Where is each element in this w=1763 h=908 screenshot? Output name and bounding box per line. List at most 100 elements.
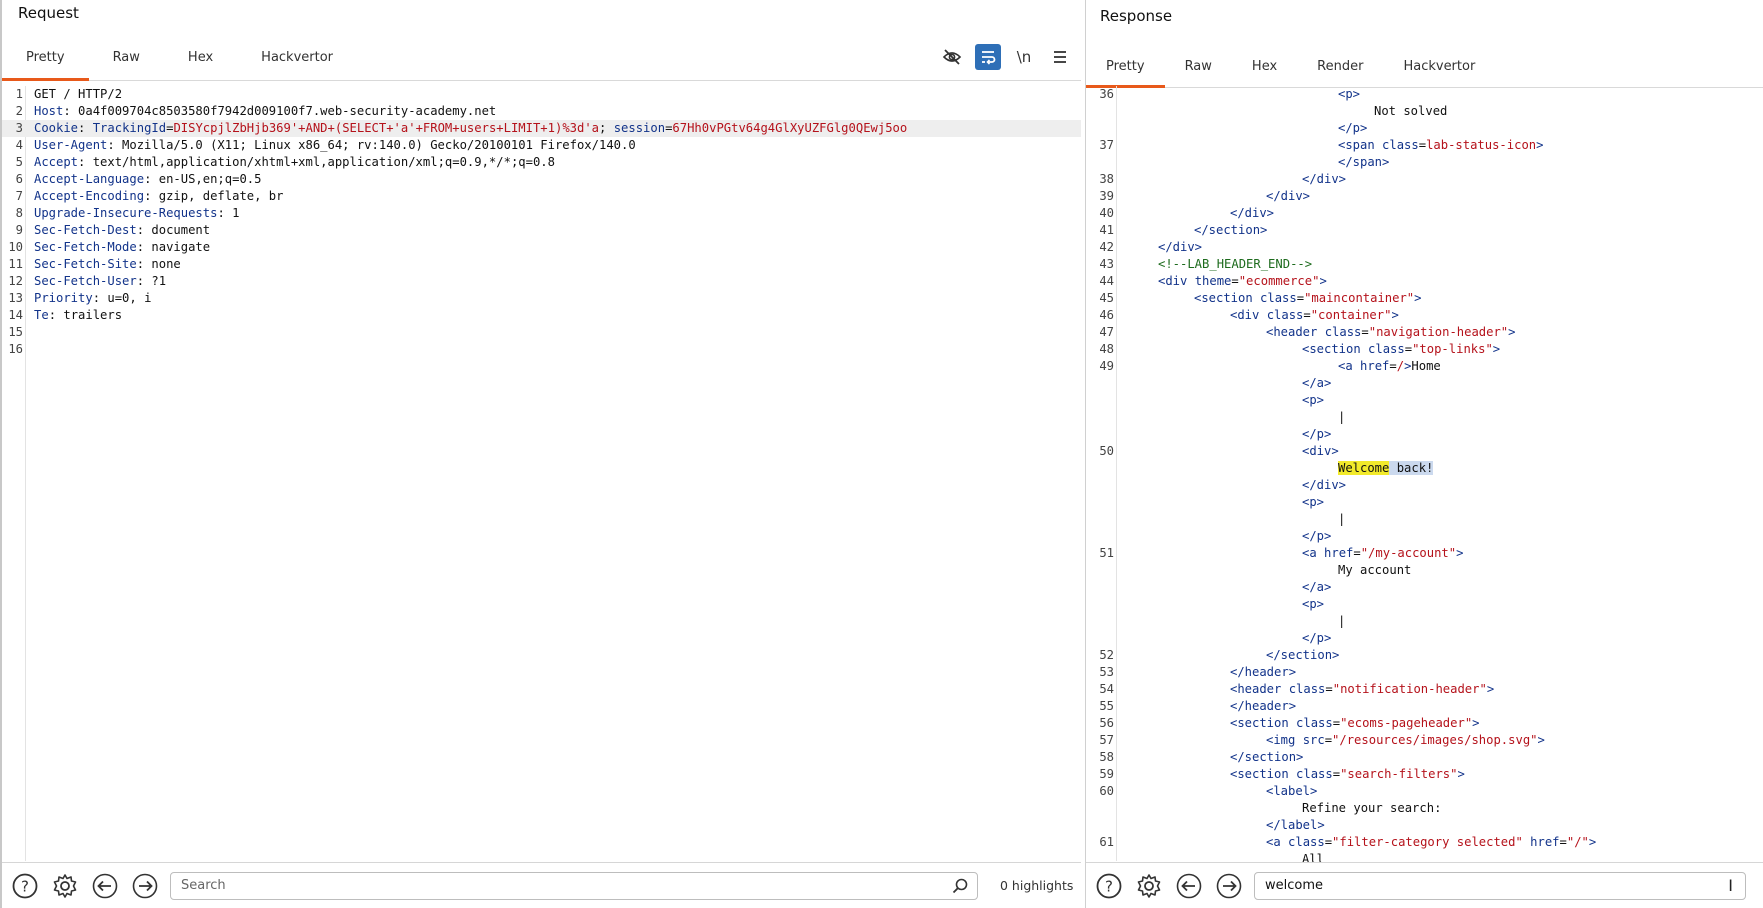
line-code: <div> — [1302, 444, 1339, 458]
code-line: 49 <a href=/>Home — [1086, 358, 1763, 375]
code-line: 12 Sec-Fetch-User: ?1 — [2, 273, 1081, 290]
request-editor[interactable]: 1 GET / HTTP/2 2 Host: 0a4f009704c8503580f7… — [2, 86, 1081, 861]
arrow-left-icon[interactable] — [88, 869, 122, 903]
menu-icon[interactable] — [1047, 44, 1073, 70]
line-number: 43 — [1099, 257, 1114, 271]
wrap-icon[interactable] — [975, 44, 1001, 70]
arrow-left-icon[interactable] — [1172, 869, 1206, 903]
tab-hex[interactable]: Hex — [1232, 46, 1297, 87]
code-line: 40 </div> — [1086, 205, 1763, 222]
code-line: 36 <p> — [1086, 86, 1763, 103]
line-code: </section> — [1266, 648, 1340, 662]
line-code: </div> — [1302, 478, 1347, 492]
help-icon[interactable]: ? — [1092, 869, 1126, 903]
line-code: </p> — [1338, 121, 1368, 135]
line-number: 10 — [8, 240, 23, 254]
code-line: Welcome back! — [1086, 460, 1763, 477]
line-number: 13 — [8, 291, 23, 305]
code-line: | — [1086, 613, 1763, 630]
line-number: 48 — [1099, 342, 1114, 356]
line-number: 47 — [1099, 325, 1114, 339]
request-search-bar: ? Search 0 highlights — [2, 862, 1081, 908]
settings-gear-icon[interactable] — [1132, 869, 1166, 903]
line-code: </label> — [1266, 818, 1325, 832]
tab-hackvertor[interactable]: Hackvertor — [237, 40, 357, 80]
code-line: 45 <section class="maincontainer"> — [1086, 290, 1763, 307]
highlights-count: 0 highlights — [1000, 878, 1074, 893]
arrow-right-icon[interactable] — [1212, 869, 1246, 903]
code-line: </a> — [1086, 579, 1763, 596]
code-line: 1 GET / HTTP/2 — [2, 86, 1081, 103]
line-code: Not solved — [1374, 104, 1448, 118]
arrow-right-icon[interactable] — [128, 869, 162, 903]
code-line: 7 Accept-Encoding: gzip, deflate, br — [2, 188, 1081, 205]
line-number: 40 — [1099, 206, 1114, 220]
search-icon[interactable] — [951, 877, 969, 899]
line-code: <header class="navigation-header"> — [1266, 325, 1516, 339]
text-cursor-icon: I — [1728, 875, 1733, 895]
line-code: <img src="/resources/images/shop.svg"> — [1266, 733, 1545, 747]
line-code: <div theme="ecommerce"> — [1158, 274, 1327, 288]
line-code: Cookie: TrackingId=DISYcpjlZbHjb369'+AND… — [34, 121, 908, 135]
code-line: 61 <a class="filter-category selected" hr… — [1086, 834, 1763, 851]
code-line: <p> — [1086, 596, 1763, 613]
code-line: 42 </div> — [1086, 239, 1763, 256]
settings-gear-icon[interactable] — [48, 869, 82, 903]
line-code: Priority: u=0, i — [34, 291, 152, 305]
eye-slash-icon[interactable] — [939, 44, 965, 70]
request-search-input[interactable]: Search — [170, 871, 978, 900]
line-number: 39 — [1099, 189, 1114, 203]
line-number: 46 — [1099, 308, 1114, 322]
tab-hackvertor[interactable]: Hackvertor — [1383, 46, 1495, 87]
line-number: 38 — [1099, 172, 1114, 186]
tab-raw[interactable]: Raw — [1165, 46, 1232, 87]
code-line: 37 <span class=lab-status-icon> — [1086, 137, 1763, 154]
code-line: 57 <img src="/resources/images/shop.svg"> — [1086, 732, 1763, 749]
response-title: Response — [1100, 7, 1173, 25]
line-number: 56 — [1099, 716, 1114, 730]
line-code: </a> — [1302, 376, 1332, 390]
line-number: 11 — [8, 257, 23, 271]
tab-pretty[interactable]: Pretty — [2, 40, 89, 81]
tab-hex[interactable]: Hex — [164, 40, 237, 80]
code-line: Refine your search: — [1086, 800, 1763, 817]
line-code: Sec-Fetch-User: ?1 — [34, 274, 167, 288]
line-number: 61 — [1099, 835, 1114, 849]
line-code: <p> — [1338, 87, 1361, 101]
search-value: welcome — [1265, 878, 1324, 893]
code-line: 59 <section class="search-filters"> — [1086, 766, 1763, 783]
line-number: 57 — [1099, 733, 1114, 747]
line-code: Welcome back! — [1338, 461, 1434, 475]
line-number: 55 — [1099, 699, 1114, 713]
code-line: 39 </div> — [1086, 188, 1763, 205]
response-search-bar: ? welcome I — [1086, 862, 1763, 908]
line-code: </div> — [1158, 240, 1203, 254]
code-line: | — [1086, 511, 1763, 528]
line-number: 44 — [1099, 274, 1114, 288]
line-number: 12 — [8, 274, 23, 288]
newline-icon[interactable]: \n — [1011, 44, 1037, 70]
line-code: </section> — [1230, 750, 1304, 764]
response-editor[interactable]: 36 <p> Not solved </p> 37 <span class=lab-sta… — [1086, 86, 1763, 866]
code-line: 55 </header> — [1086, 698, 1763, 715]
line-code: <section class="ecoms-pageheader"> — [1230, 716, 1480, 730]
line-number: 15 — [8, 325, 23, 339]
line-code: Sec-Fetch-Site: none — [34, 257, 181, 271]
line-number: 6 — [15, 172, 23, 186]
code-line: </p> — [1086, 630, 1763, 647]
code-line: 50 <div> — [1086, 443, 1763, 460]
tab-pretty[interactable]: Pretty — [1086, 46, 1165, 88]
response-search-input[interactable]: welcome I — [1254, 871, 1746, 900]
line-code: Accept: text/html,application/xhtml+xml,… — [34, 155, 555, 169]
line-code: <a href="/my-account"> — [1302, 546, 1464, 560]
line-code: <a href=/>Home — [1338, 359, 1441, 373]
svg-text:?: ? — [1105, 877, 1113, 895]
line-number: 49 — [1099, 359, 1114, 373]
tab-render[interactable]: Render — [1297, 46, 1383, 87]
help-icon[interactable]: ? — [8, 869, 42, 903]
line-number: 42 — [1099, 240, 1114, 254]
tab-raw[interactable]: Raw — [89, 40, 164, 80]
line-code: Te: trailers — [34, 308, 123, 322]
line-number: 36 — [1099, 87, 1114, 101]
code-line: </a> — [1086, 375, 1763, 392]
